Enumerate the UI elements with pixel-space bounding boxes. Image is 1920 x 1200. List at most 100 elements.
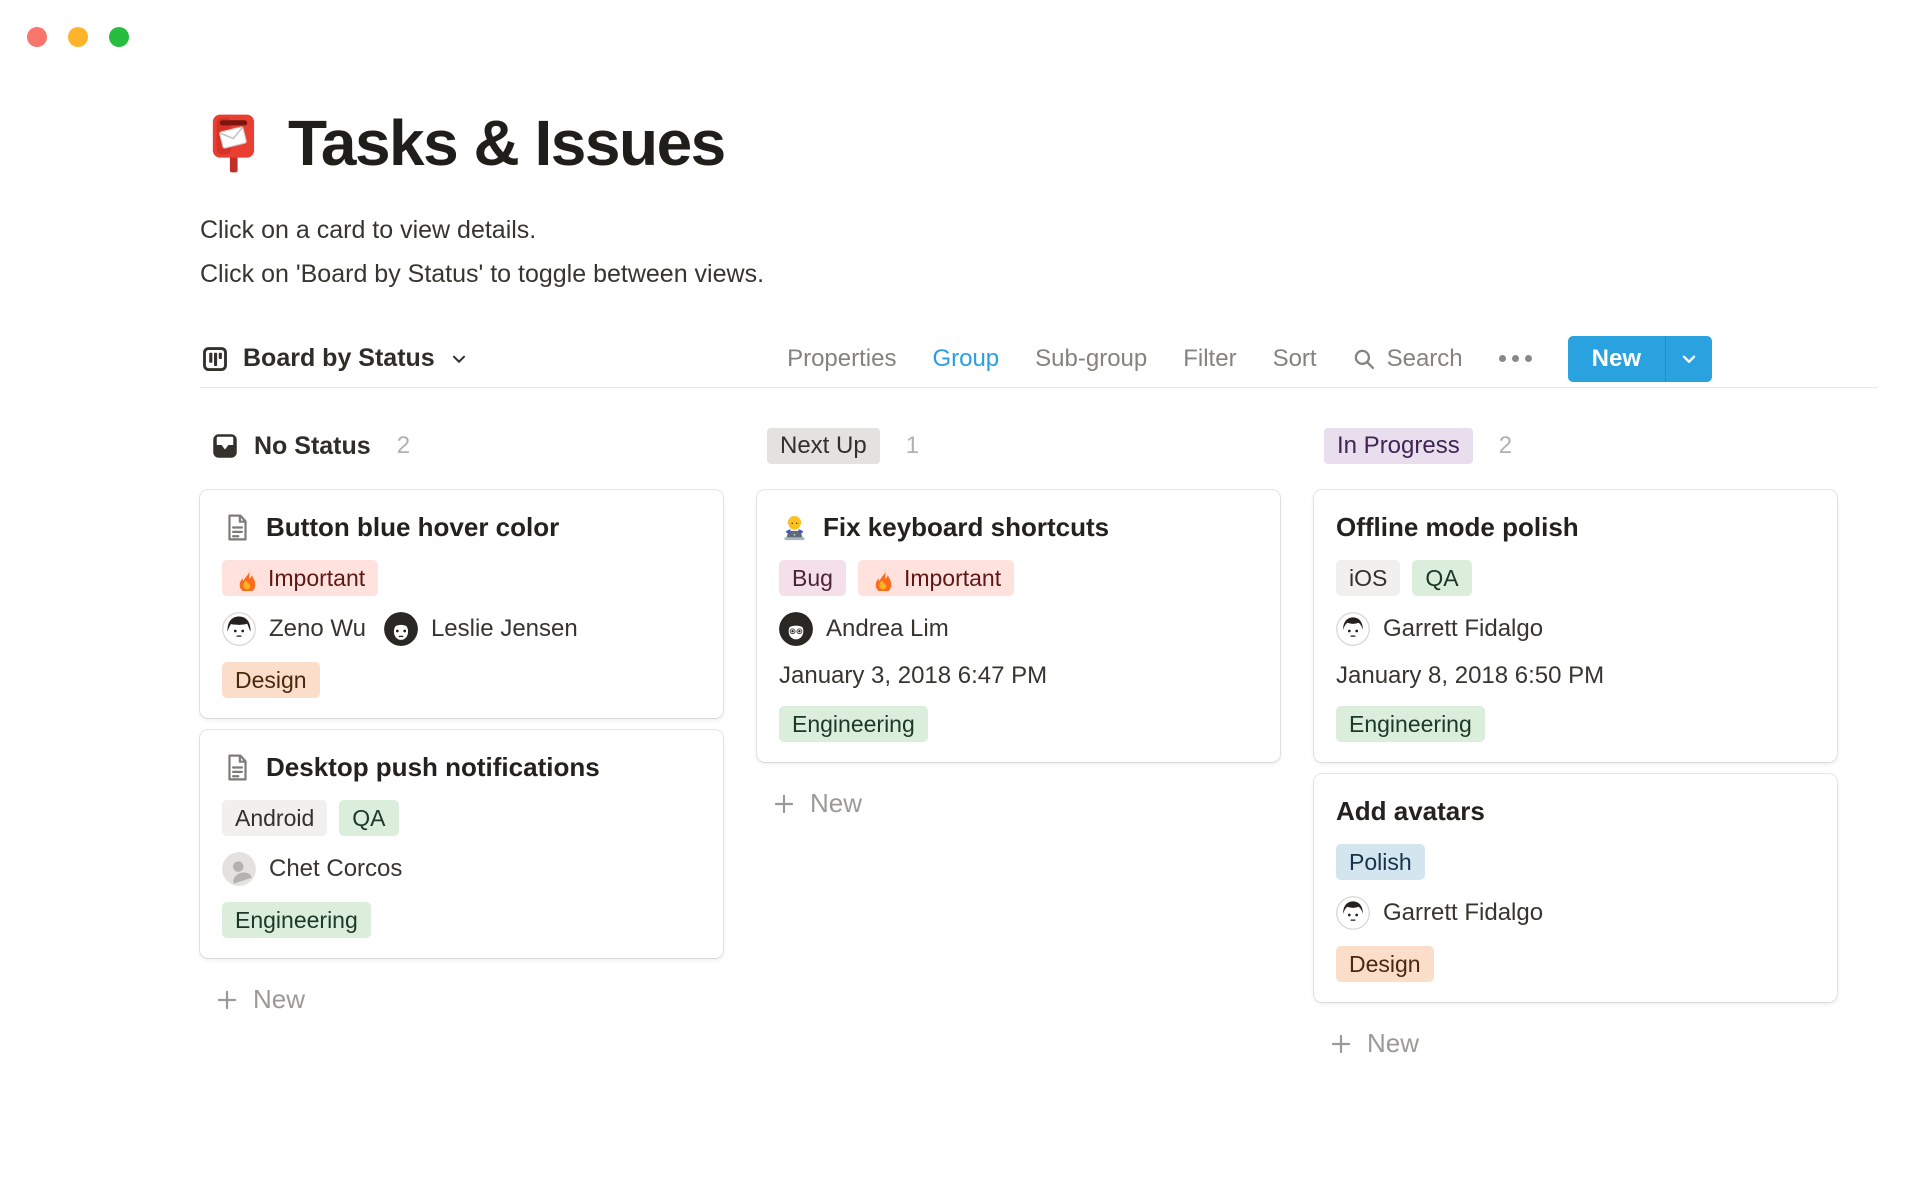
column-cards-next-up: Fix keyboard shortcuts Bug Important Andr…: [757, 490, 1280, 762]
close-button[interactable]: [27, 27, 47, 47]
tag-row: Bug Important: [779, 560, 1258, 596]
chevron-down-icon: [448, 348, 470, 370]
avatar-zeno-wu: [222, 612, 256, 646]
card-title: Fix keyboard shortcuts: [779, 510, 1258, 544]
column-cards-no-status: Button blue hover color Important Zeno W…: [200, 490, 723, 958]
add-card-button-no-status[interactable]: New: [200, 984, 723, 1015]
chevron-down-icon: [1678, 348, 1700, 370]
fire-icon: [871, 566, 896, 591]
view-toolbar: Board by Status Properties Group Sub-group…: [200, 330, 1878, 388]
column-label-no-status: No Status: [254, 431, 371, 460]
new-button-group: New: [1567, 335, 1712, 382]
tag-label: Polish: [1349, 848, 1412, 875]
page-description: Click on a card to view details. Click o…: [200, 208, 1920, 296]
column-status-pill-next-up[interactable]: Next Up: [767, 428, 880, 464]
card-desktop-push-notifications[interactable]: Desktop push notifications Android QA Chet…: [200, 730, 723, 958]
view-switcher-board-by-status[interactable]: Board by Status: [200, 344, 470, 374]
card-title-text: Desktop push notifications: [266, 752, 600, 782]
tag-engineering: Engineering: [222, 902, 371, 938]
card-title-text: Offline mode polish: [1336, 512, 1579, 542]
tag-label: Bug: [792, 564, 833, 591]
minimize-button[interactable]: [68, 27, 88, 47]
person-row: Garrett Fidalgo: [1336, 896, 1815, 930]
add-card-label: New: [253, 984, 306, 1014]
person-andrea-lim: Andrea Lim: [779, 612, 949, 646]
kanban-board: No Status 2 Button blue hover color Impor…: [200, 428, 1920, 1059]
plus-icon: [1328, 1031, 1354, 1057]
card-title-text: Button blue hover color: [266, 512, 560, 542]
tag-qa: QA: [1412, 560, 1472, 596]
postbox-icon: [200, 110, 266, 176]
tag-row: Design: [222, 662, 701, 698]
column-status-pill-in-progress[interactable]: In Progress: [1324, 428, 1473, 464]
search-button[interactable]: Search: [1351, 345, 1463, 373]
person-name: Andrea Lim: [826, 615, 949, 642]
card-title: Desktop push notifications: [222, 750, 701, 784]
tag-design: Design: [222, 662, 320, 698]
person-chet-corcos: Chet Corcos: [222, 852, 402, 886]
tag-row: Engineering: [1336, 706, 1815, 742]
menu-item-sort[interactable]: Sort: [1273, 345, 1317, 373]
tag-ios: iOS: [1336, 560, 1401, 596]
person-name: Garrett Fidalgo: [1383, 615, 1544, 642]
card-title: Add avatars: [1336, 794, 1815, 828]
card-title: Button blue hover color: [222, 510, 701, 544]
toolbar-actions: Properties Group Sub-group Filter Sort Searc…: [787, 335, 1712, 382]
column-header-no-status: No Status 2: [210, 428, 723, 464]
tag-important: Important: [222, 560, 379, 596]
tag-engineering: Engineering: [1336, 706, 1485, 742]
card-fix-keyboard-shortcuts[interactable]: Fix keyboard shortcuts Bug Important Andr…: [757, 490, 1280, 762]
menu-item-properties[interactable]: Properties: [787, 345, 896, 373]
board-column-no-status: No Status 2 Button blue hover color Impor…: [200, 428, 723, 1059]
column-header-next-up: Next Up 1: [767, 428, 1280, 464]
person-row: Garrett Fidalgo: [1336, 612, 1815, 646]
new-button[interactable]: New: [1567, 335, 1665, 382]
person-garrett-fidalgo: Garrett Fidalgo: [1336, 896, 1543, 930]
tag-label: Important: [903, 564, 1002, 591]
card-add-avatars[interactable]: Add avatars Polish Garrett Fidalgo Design: [1314, 774, 1837, 1002]
new-dropdown-button[interactable]: [1665, 335, 1712, 382]
card-title-text: Add avatars: [1336, 796, 1485, 826]
card-button-blue-hover-color[interactable]: Button blue hover color Important Zeno W…: [200, 490, 723, 718]
plus-icon: [214, 987, 240, 1013]
column-count-in-progress: 2: [1498, 432, 1513, 459]
toolbar-menu: Properties Group Sub-group Filter Sort: [787, 345, 1317, 373]
person-row: Chet Corcos: [222, 852, 701, 886]
tag-row: iOS QA: [1336, 560, 1815, 596]
menu-item-filter[interactable]: Filter: [1183, 345, 1236, 373]
search-icon: [1351, 346, 1377, 372]
menu-item-group[interactable]: Group: [932, 345, 999, 373]
add-card-button-in-progress[interactable]: New: [1314, 1028, 1837, 1059]
person-name: Garrett Fidalgo: [1383, 899, 1544, 926]
more-options-button[interactable]: [1497, 351, 1534, 366]
tag-row: Important: [222, 560, 701, 596]
board-column-in-progress: In Progress 2 Offline mode polish iOS QA Gar…: [1314, 428, 1837, 1059]
card-title: Offline mode polish: [1336, 510, 1815, 544]
tag-label: QA: [352, 804, 386, 831]
menu-item-sub-group[interactable]: Sub-group: [1035, 345, 1147, 373]
fire-icon: [235, 566, 260, 591]
view-switcher-label: Board by Status: [243, 344, 435, 372]
column-count-no-status: 2: [396, 432, 411, 459]
add-card-button-next-up[interactable]: New: [757, 788, 1280, 819]
page-content: Tasks & Issues Click on a card to view d…: [0, 0, 1920, 1059]
page-icon: [222, 512, 253, 543]
subtitle-line-2: Click on 'Board by Status' to toggle bet…: [200, 260, 765, 288]
tag-label: Design: [1349, 950, 1421, 977]
avatar-chet-corcos: [222, 852, 256, 886]
avatar-garrett-fidalgo: [1336, 612, 1370, 646]
person-name: Chet Corcos: [269, 855, 403, 882]
person-zeno-wu: Zeno Wu: [222, 612, 366, 646]
tag-polish: Polish: [1336, 844, 1425, 880]
tag-row: Polish: [1336, 844, 1815, 880]
tag-label: iOS: [1349, 564, 1388, 591]
page-title-text: Tasks & Issues: [288, 107, 726, 179]
titlebar: [27, 27, 129, 47]
add-card-label: New: [810, 788, 863, 818]
zoom-button[interactable]: [109, 27, 129, 47]
card-offline-mode-polish[interactable]: Offline mode polish iOS QA Garrett Fidalgo…: [1314, 490, 1837, 762]
tag-qa: QA: [339, 800, 399, 836]
plus-icon: [771, 791, 797, 817]
person-name: Zeno Wu: [269, 615, 366, 642]
tag-label: Design: [235, 666, 307, 693]
